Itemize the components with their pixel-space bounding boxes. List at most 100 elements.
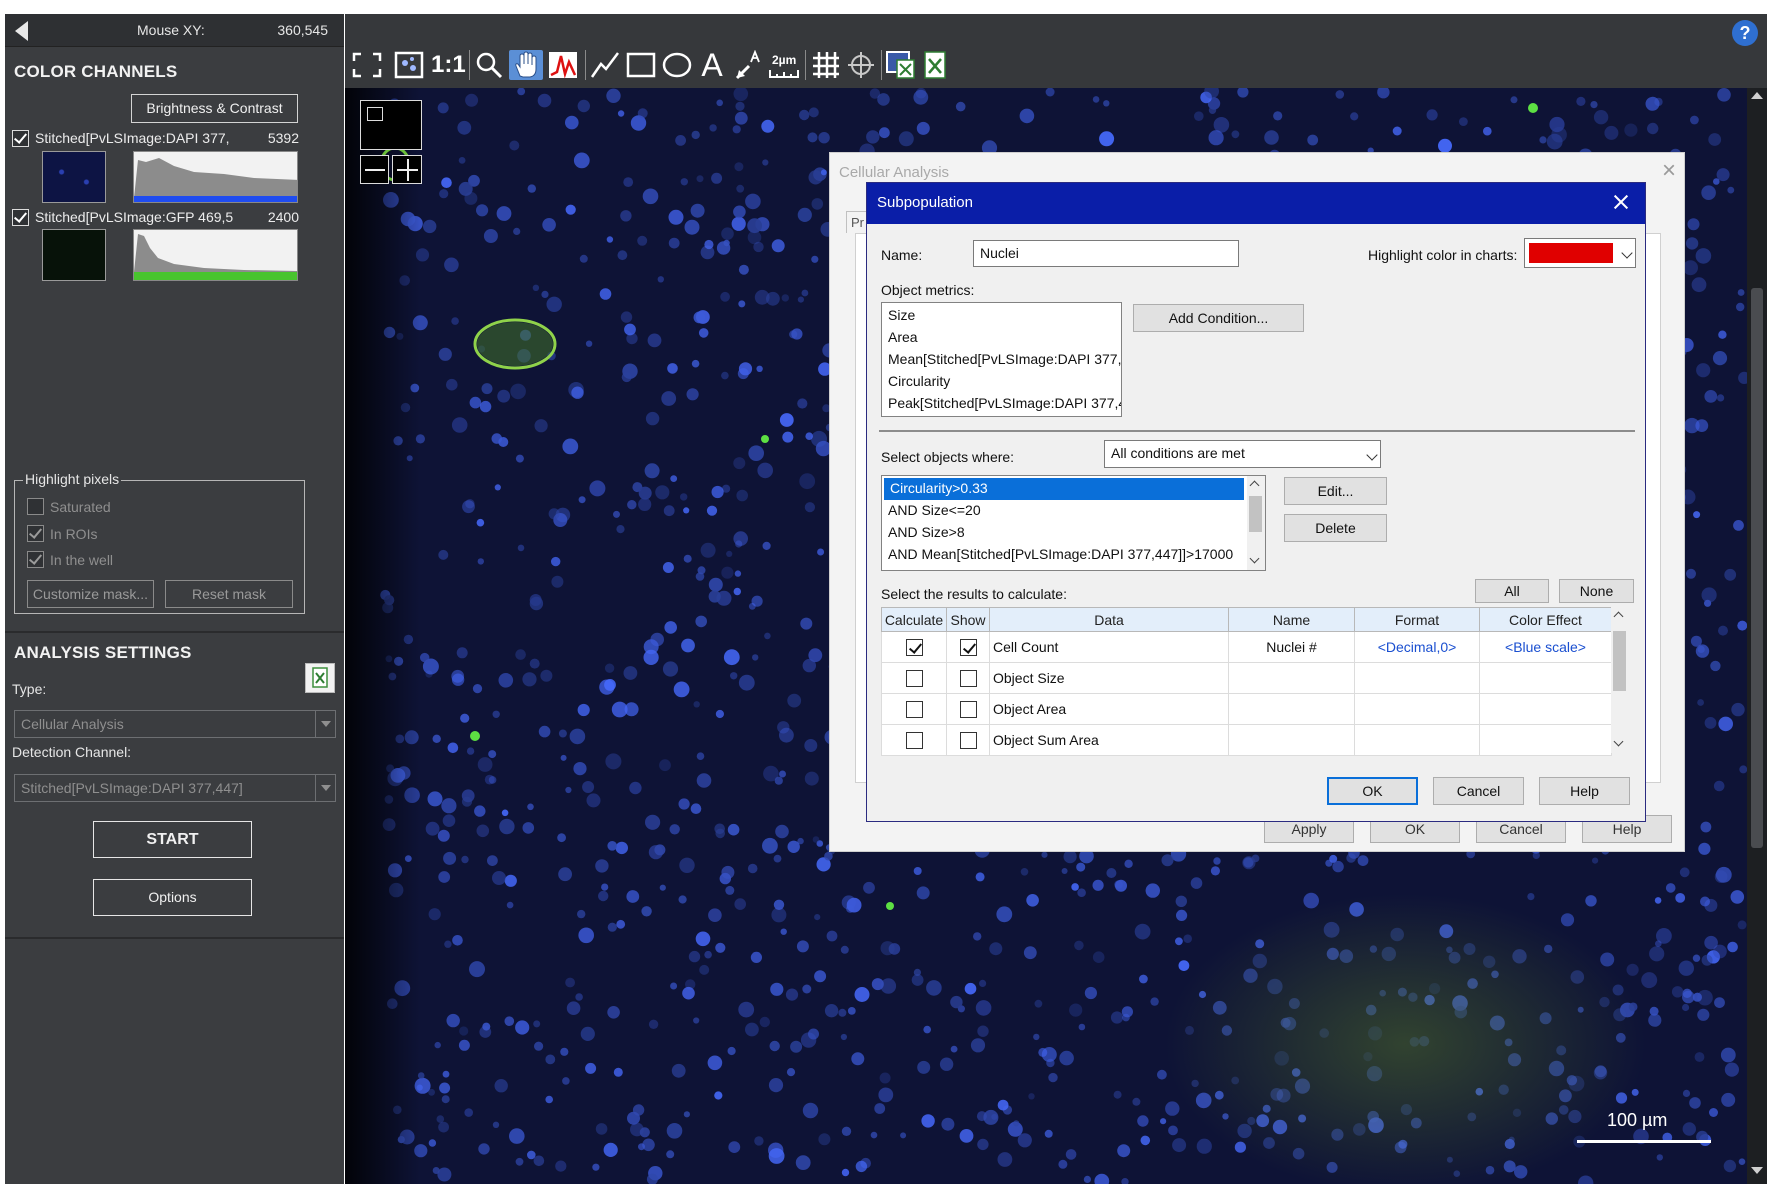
export-image-excel-tool[interactable]: [885, 50, 917, 80]
annotate-tool[interactable]: [733, 49, 765, 80]
condition-item[interactable]: AND Size<=20: [882, 500, 1244, 522]
metric-item[interactable]: Size: [882, 305, 1121, 327]
help-icon[interactable]: ?: [1732, 20, 1758, 46]
scroll-up-icon[interactable]: [1751, 92, 1763, 99]
customize-mask-button[interactable]: Customize mask...: [27, 580, 154, 608]
reset-mask-button[interactable]: Reset mask: [165, 580, 293, 608]
condition-item[interactable]: AND Size>8: [882, 522, 1244, 544]
help-button[interactable]: Help: [1539, 777, 1630, 805]
ok-button[interactable]: OK: [1327, 777, 1418, 805]
color-effect-cell[interactable]: [1479, 662, 1612, 694]
select-all-button[interactable]: All: [1475, 579, 1549, 603]
metric-item[interactable]: Mean[Stitched[PvLSImage:DAPI 377,4: [882, 349, 1121, 371]
condition-item-selected[interactable]: Circularity>0.33: [884, 478, 1244, 500]
column-header-name[interactable]: Name: [1228, 607, 1355, 632]
export-excel-tool[interactable]: [919, 50, 951, 80]
edit-condition-button[interactable]: Edit...: [1284, 477, 1387, 505]
column-header-calculate[interactable]: Calculate: [881, 607, 947, 632]
subpopulation-close-icon[interactable]: [1606, 186, 1636, 218]
start-button[interactable]: START: [93, 821, 252, 858]
channel-dapi-histogram[interactable]: [133, 151, 298, 203]
scrollbar-thumb[interactable]: [1613, 631, 1626, 691]
navigator-thumbnail[interactable]: [360, 100, 422, 150]
one-to-one-tool[interactable]: 1:1: [431, 50, 466, 80]
calculate-checkbox[interactable]: [905, 731, 923, 749]
condition-mode-select[interactable]: All conditions are met: [1104, 440, 1381, 468]
viewport-scrollbar[interactable]: [1747, 88, 1767, 1184]
format-cell[interactable]: <Decimal,0>: [1354, 631, 1480, 663]
rectangle-tool[interactable]: [625, 50, 657, 80]
fit-screen-tool[interactable]: [349, 50, 385, 80]
in-the-well-checkbox[interactable]: [27, 551, 44, 568]
cellular-analysis-close-icon[interactable]: ×: [1662, 157, 1676, 185]
metric-item[interactable]: Area: [882, 327, 1121, 349]
select-none-button[interactable]: None: [1559, 579, 1634, 603]
metric-item[interactable]: Circularity: [882, 371, 1121, 393]
calculate-checkbox[interactable]: [905, 700, 923, 718]
calculate-checkbox[interactable]: [905, 638, 923, 656]
column-header-format[interactable]: Format: [1354, 607, 1480, 632]
highlight-color-select[interactable]: [1524, 238, 1636, 268]
show-checkbox[interactable]: [959, 669, 977, 687]
scroll-down-icon[interactable]: [1613, 736, 1624, 747]
conditions-scrollbar[interactable]: [1247, 476, 1265, 570]
object-metrics-list[interactable]: Size Area Mean[Stitched[PvLSImage:DAPI 3…: [881, 302, 1122, 417]
zoom-in-button[interactable]: [392, 155, 422, 184]
text-tool[interactable]: A: [697, 49, 727, 81]
scroll-up-icon[interactable]: [1249, 480, 1260, 491]
ellipse-tool[interactable]: [661, 50, 693, 80]
metric-item[interactable]: Peak[Stitched[PvLSImage:DAPI 377,4: [882, 393, 1121, 415]
brightness-contrast-button[interactable]: Brightness & Contrast: [131, 94, 298, 123]
name-input[interactable]: Nuclei: [973, 240, 1239, 267]
scroll-down-icon[interactable]: [1249, 553, 1260, 564]
show-checkbox[interactable]: [959, 700, 977, 718]
result-name-cell[interactable]: [1228, 693, 1355, 725]
scale-bar-tool[interactable]: 2µm: [767, 50, 801, 80]
format-cell[interactable]: [1354, 693, 1480, 725]
calculate-checkbox[interactable]: [905, 669, 923, 687]
collapse-panel-icon[interactable]: [15, 21, 28, 41]
color-effect-cell[interactable]: [1479, 693, 1612, 725]
saturated-checkbox[interactable]: [27, 498, 44, 515]
format-cell[interactable]: [1354, 662, 1480, 694]
export-settings-icon[interactable]: [305, 663, 335, 693]
column-header-color-effect[interactable]: Color Effect: [1479, 607, 1612, 632]
scrollbar-thumb[interactable]: [1249, 496, 1262, 532]
delete-condition-button[interactable]: Delete: [1284, 514, 1387, 542]
show-checkbox[interactable]: [959, 731, 977, 749]
cancel-button[interactable]: Cancel: [1433, 777, 1524, 805]
detection-channel-select[interactable]: Stitched[PvLSImage:DAPI 377,447]: [14, 774, 336, 802]
table-row[interactable]: Object Size: [881, 662, 1612, 694]
in-rois-checkbox[interactable]: [27, 525, 44, 542]
table-row[interactable]: Object Area: [881, 693, 1612, 725]
result-name-cell[interactable]: [1228, 724, 1355, 756]
column-header-data[interactable]: Data: [989, 607, 1229, 632]
color-effect-cell[interactable]: [1479, 724, 1612, 756]
grid-tool[interactable]: [809, 50, 841, 80]
crosshair-tool[interactable]: [845, 50, 877, 80]
scroll-up-icon[interactable]: [1613, 611, 1624, 622]
scrollbar-thumb[interactable]: [1751, 288, 1763, 848]
channel-gfp-histogram[interactable]: [133, 229, 298, 281]
zoom-out-button[interactable]: [360, 155, 389, 184]
type-select[interactable]: Cellular Analysis: [14, 710, 336, 738]
results-scrollbar[interactable]: [1611, 607, 1631, 753]
show-checkbox[interactable]: [959, 638, 977, 656]
add-condition-button[interactable]: Add Condition...: [1133, 304, 1304, 332]
polyline-tool[interactable]: [589, 50, 621, 80]
table-row[interactable]: Cell Count Nuclei # <Decimal,0> <Blue sc…: [881, 631, 1612, 663]
condition-item[interactable]: AND Mean[Stitched[PvLSImage:DAPI 377,447…: [882, 544, 1244, 566]
result-name-cell[interactable]: Nuclei #: [1228, 631, 1355, 663]
conditions-list[interactable]: Circularity>0.33 AND Size<=20 AND Size>8…: [881, 475, 1266, 571]
zoom-tool[interactable]: [473, 50, 505, 80]
overview-tool[interactable]: [393, 50, 425, 80]
intensity-profile-tool[interactable]: [547, 50, 579, 80]
scroll-down-icon[interactable]: [1751, 1167, 1763, 1174]
color-effect-cell[interactable]: <Blue scale>: [1479, 631, 1612, 663]
pan-tool[interactable]: [509, 50, 543, 80]
format-cell[interactable]: [1354, 724, 1480, 756]
channel-dapi-checkbox[interactable]: [12, 130, 29, 147]
channel-gfp-checkbox[interactable]: [12, 209, 29, 226]
result-name-cell[interactable]: [1228, 662, 1355, 694]
options-button[interactable]: Options: [93, 879, 252, 916]
